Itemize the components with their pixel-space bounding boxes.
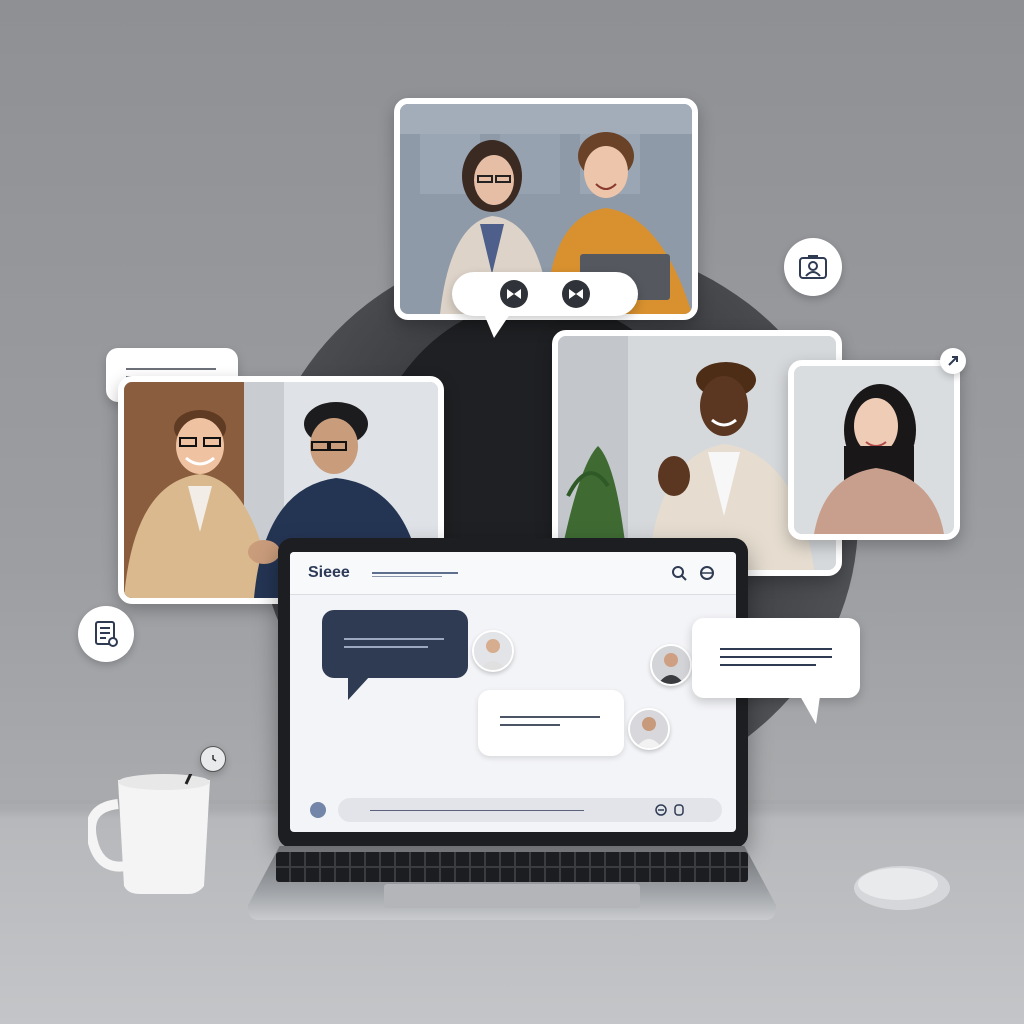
clock-icon — [200, 746, 226, 772]
send-icon[interactable] — [940, 348, 966, 374]
floating-chat-bubble — [692, 618, 860, 724]
notes-icon[interactable] — [78, 606, 134, 662]
coffee-mug — [88, 774, 210, 894]
emoji-icon[interactable] — [654, 803, 668, 817]
text-line — [720, 648, 832, 650]
text-line — [500, 716, 600, 718]
status-dot — [310, 802, 326, 818]
keyboard — [276, 852, 748, 882]
chat-message-sent — [322, 610, 468, 700]
text-line — [344, 638, 444, 640]
avatar[interactable] — [628, 708, 670, 750]
text-line — [344, 646, 428, 648]
app-header: Sieee — [290, 552, 736, 595]
bowtie-icon[interactable] — [562, 280, 590, 308]
trackpad — [384, 884, 640, 908]
avatar[interactable] — [472, 630, 514, 672]
search-icon[interactable] — [670, 564, 688, 582]
video-feed — [794, 366, 954, 534]
header-text-line — [372, 572, 458, 574]
app-title: Sieee — [308, 564, 350, 581]
message-composer — [304, 798, 722, 822]
header-text-line — [372, 576, 442, 577]
bowtie-icon[interactable] — [500, 280, 528, 308]
globe-icon[interactable] — [698, 564, 716, 582]
scene-background: Sieee — [0, 0, 1024, 1024]
text-line — [720, 664, 816, 666]
text-line — [500, 724, 560, 726]
video-controls-bubble — [452, 272, 638, 338]
laptop-screen: Sieee — [290, 552, 736, 832]
text-line — [720, 656, 832, 658]
camera-person-icon[interactable] — [784, 238, 842, 296]
chat-message-received — [478, 690, 624, 756]
computer-mouse — [854, 866, 950, 910]
avatar[interactable] — [650, 644, 692, 686]
composer-text-line — [370, 810, 584, 811]
text-line — [126, 368, 216, 370]
attach-icon[interactable] — [672, 803, 686, 817]
video-tile-woman[interactable] — [788, 360, 960, 540]
